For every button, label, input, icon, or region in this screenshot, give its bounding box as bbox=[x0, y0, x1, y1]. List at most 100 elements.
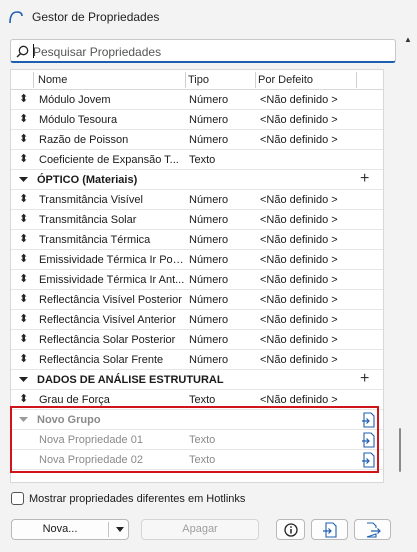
table-row[interactable]: ⬍ Transmitância Solar Número <Não defini… bbox=[11, 210, 383, 230]
table-row[interactable]: ⬍ Razão de Poisson Número <Não definido … bbox=[11, 130, 383, 150]
table-row[interactable]: Nova Propriedade 01 Texto bbox=[11, 430, 383, 450]
window-title: Gestor de Propriedades bbox=[32, 10, 160, 24]
nova-button-label[interactable]: Nova... bbox=[12, 520, 108, 539]
hotlinks-checkbox[interactable] bbox=[11, 492, 24, 505]
group-row-novo[interactable]: Novo Grupo bbox=[11, 410, 383, 430]
collapse-caret-icon[interactable] bbox=[19, 375, 28, 384]
title-bar: Gestor de Propriedades bbox=[0, 0, 417, 34]
collapse-caret-icon[interactable] bbox=[19, 415, 28, 424]
app-arc-icon bbox=[9, 11, 23, 24]
group-name: DADOS DE ANÁLISE ESTRUTURAL bbox=[37, 374, 224, 386]
property-default: <Não definido > bbox=[260, 194, 338, 206]
property-name: Transmitância Visível bbox=[39, 194, 143, 206]
new-property-icon[interactable] bbox=[361, 452, 375, 468]
reorder-handle-icon[interactable]: ⬍ bbox=[19, 333, 28, 346]
property-name: Reflectância Visível Anterior bbox=[39, 314, 176, 326]
property-default: <Não definido > bbox=[260, 294, 338, 306]
search-input[interactable]: Pesquisar Propriedades bbox=[10, 39, 396, 63]
property-name: Coeficiente de Expansão T... bbox=[39, 154, 179, 166]
property-type: Número bbox=[189, 194, 229, 206]
reorder-handle-icon[interactable]: ⬍ bbox=[19, 273, 28, 286]
add-plus-icon[interactable]: + bbox=[360, 171, 369, 187]
reorder-handle-icon[interactable]: ⬍ bbox=[19, 113, 28, 126]
add-plus-icon[interactable]: + bbox=[360, 371, 369, 387]
table-row[interactable]: ⬍ Coeficiente de Expansão T... Texto bbox=[11, 150, 383, 170]
property-name: Razão de Poisson bbox=[39, 134, 129, 146]
reorder-handle-icon[interactable]: ⬍ bbox=[19, 193, 28, 206]
property-type: Texto bbox=[189, 154, 216, 166]
column-header-nome[interactable]: Nome bbox=[38, 74, 67, 86]
reorder-handle-icon[interactable]: ⬍ bbox=[19, 93, 28, 106]
search-icon bbox=[16, 45, 29, 58]
property-default: <Não definido > bbox=[260, 334, 338, 346]
property-type: Texto bbox=[189, 394, 216, 406]
reorder-handle-icon[interactable]: ⬍ bbox=[19, 313, 28, 326]
group-name: Novo Grupo bbox=[37, 414, 101, 426]
reorder-handle-icon[interactable]: ⬍ bbox=[19, 233, 28, 246]
property-default: <Não definido > bbox=[260, 314, 338, 326]
export-button[interactable] bbox=[354, 519, 391, 540]
property-name: Emissividade Térmica Ir Pos... bbox=[39, 254, 187, 266]
table-row[interactable]: ⬍ Transmitância Visível Número <Não defi… bbox=[11, 190, 383, 210]
reorder-handle-icon[interactable]: ⬍ bbox=[19, 353, 28, 366]
info-button[interactable] bbox=[276, 519, 305, 540]
property-name: Módulo Jovem bbox=[39, 94, 111, 106]
chevron-down-icon[interactable] bbox=[116, 527, 124, 533]
table-row[interactable]: ⬍ Reflectância Visível Posterior Número … bbox=[11, 290, 383, 310]
import-button[interactable] bbox=[311, 519, 348, 540]
group-row-estrutural[interactable]: DADOS DE ANÁLISE ESTRUTURAL + bbox=[11, 370, 383, 390]
reorder-handle-icon[interactable]: ⬍ bbox=[19, 393, 28, 406]
table-row[interactable]: ⬍ Reflectância Solar Frente Número <Não … bbox=[11, 350, 383, 370]
property-name: Nova Propriedade 02 bbox=[39, 454, 143, 466]
property-default: <Não definido > bbox=[260, 114, 338, 126]
column-header-tipo[interactable]: Tipo bbox=[188, 74, 209, 86]
property-type: Número bbox=[189, 134, 229, 146]
info-icon bbox=[284, 523, 298, 537]
property-name: Grau de Força bbox=[39, 394, 110, 406]
scrollbar-thumb[interactable] bbox=[399, 428, 401, 472]
property-default: <Não definido > bbox=[260, 274, 338, 286]
collapse-caret-icon[interactable] bbox=[19, 175, 28, 184]
group-name: ÓPTICO (Materiais) bbox=[37, 174, 138, 186]
reorder-handle-icon[interactable]: ⬍ bbox=[19, 213, 28, 226]
table-row[interactable]: ⬍ Módulo Tesoura Número <Não definido > bbox=[11, 110, 383, 130]
table-row[interactable]: ⬍ Grau de Força Texto <Não definido > bbox=[11, 390, 383, 410]
scroll-up-arrow-icon[interactable]: ▲ bbox=[404, 36, 412, 44]
new-property-icon[interactable] bbox=[361, 412, 375, 428]
reorder-handle-icon[interactable]: ⬍ bbox=[19, 293, 28, 306]
table-row[interactable]: ⬍ Reflectância Visível Anterior Número <… bbox=[11, 310, 383, 330]
property-type: Número bbox=[189, 314, 229, 326]
new-property-icon[interactable] bbox=[361, 432, 375, 448]
nova-split-button[interactable]: Nova... bbox=[11, 519, 129, 540]
property-name: Transmitância Térmica bbox=[39, 234, 151, 246]
column-header-defeito[interactable]: Por Defeito bbox=[258, 74, 313, 86]
table-row[interactable]: ⬍ Transmitância Térmica Número <Não defi… bbox=[11, 230, 383, 250]
property-name: Módulo Tesoura bbox=[39, 114, 118, 126]
table-row[interactable]: Nova Propriedade 02 Texto bbox=[11, 450, 383, 470]
table-row[interactable]: ⬍ Reflectância Solar Posterior Número <N… bbox=[11, 330, 383, 350]
property-type: Número bbox=[189, 114, 229, 126]
property-type: Número bbox=[189, 294, 229, 306]
property-name: Nova Propriedade 01 bbox=[39, 434, 143, 446]
export-icon bbox=[366, 522, 381, 538]
property-type: Número bbox=[189, 254, 229, 266]
property-name: Reflectância Visível Posterior bbox=[39, 294, 182, 306]
group-row-optico[interactable]: ÓPTICO (Materiais) + bbox=[11, 170, 383, 190]
property-type: Número bbox=[189, 354, 229, 366]
column-header-row: Nome Tipo Por Defeito bbox=[11, 70, 383, 90]
property-type: Texto bbox=[189, 434, 216, 446]
table-row[interactable]: ⬍ Módulo Jovem Número <Não definido > bbox=[11, 90, 383, 110]
split-divider bbox=[108, 522, 109, 537]
reorder-handle-icon[interactable]: ⬍ bbox=[19, 133, 28, 146]
apagar-button[interactable]: Apagar bbox=[141, 519, 259, 540]
table-row[interactable]: ⬍ Emissividade Térmica Ir Ant... Número … bbox=[11, 270, 383, 290]
property-default: <Não definido > bbox=[260, 234, 338, 246]
text-caret bbox=[33, 44, 34, 58]
property-name: Transmitância Solar bbox=[39, 214, 137, 226]
reorder-handle-icon[interactable]: ⬍ bbox=[19, 253, 28, 266]
properties-table: Nome Tipo Por Defeito ⬍ Módulo Jovem Núm… bbox=[10, 69, 384, 483]
table-row[interactable]: ⬍ Emissividade Térmica Ir Pos... Número … bbox=[11, 250, 383, 270]
property-type: Número bbox=[189, 94, 229, 106]
reorder-handle-icon[interactable]: ⬍ bbox=[19, 153, 28, 166]
property-type: Texto bbox=[189, 454, 216, 466]
